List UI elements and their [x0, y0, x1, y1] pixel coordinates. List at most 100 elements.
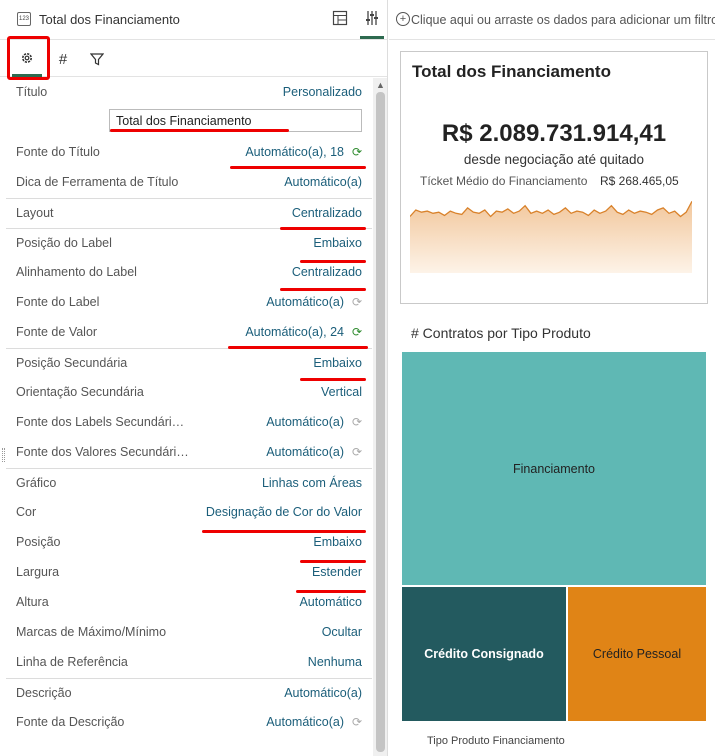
- treemap-cell-financiamento[interactable]: Financiamento: [402, 352, 706, 585]
- reset-icon[interactable]: ⟳: [352, 146, 364, 158]
- panel-title: Total dos Financiamento: [39, 12, 180, 27]
- property-label: Linha de Referência: [16, 655, 128, 669]
- annotation-underline: [228, 346, 368, 349]
- property-row-marcas[interactable]: Marcas de Máximo/Mínimo Ocultar: [6, 618, 372, 648]
- tile-value: R$ 2.089.731.914,41: [441, 120, 667, 147]
- property-row-fonte-label[interactable]: Fonte do Label Automático(a) ⟳: [6, 288, 372, 318]
- property-label: Gráfico: [16, 476, 57, 490]
- property-label: Fonte da Descrição: [16, 715, 125, 729]
- property-label: Fonte do Título: [16, 145, 100, 159]
- property-value[interactable]: Designação de Cor do Valor: [206, 505, 362, 519]
- property-row-fonte-valor[interactable]: Fonte de Valor Automático(a), 24 ⟳: [6, 318, 372, 348]
- property-label: Alinhamento do Label: [16, 265, 137, 279]
- property-row-dica[interactable]: Dica de Ferramenta de Título Automático(…: [6, 168, 372, 198]
- tile-visualization[interactable]: Total dos Financiamento R$ 2.089.731.914…: [400, 51, 708, 304]
- property-label: Dica de Ferramenta de Título: [16, 175, 179, 189]
- property-value[interactable]: Embaixo: [313, 356, 362, 370]
- annotation-underline: [300, 260, 366, 263]
- property-value[interactable]: Nenhuma: [308, 655, 362, 669]
- filter-tab[interactable]: [82, 41, 112, 77]
- filter-bar-hint: Clique aqui ou arraste os dados para adi…: [411, 13, 715, 27]
- annotation-underline: [280, 288, 366, 291]
- property-label: Descrição: [16, 686, 72, 700]
- annotation-underline: [230, 166, 366, 169]
- treemap-title: # Contratos por Tipo Produto: [411, 325, 591, 341]
- property-value[interactable]: Automático(a), 24: [245, 325, 344, 339]
- scroll-up-arrow-icon[interactable]: ▲: [376, 80, 385, 90]
- properties-list: Título Personalizado Fonte do Título Aut…: [6, 78, 372, 738]
- property-label: Posição: [16, 535, 61, 549]
- property-value[interactable]: Ocultar: [322, 625, 362, 639]
- sliders-icon: [366, 11, 378, 25]
- property-value[interactable]: Automático(a): [266, 415, 344, 429]
- property-value[interactable]: Automático(a): [284, 686, 362, 700]
- annotation-underline: [300, 378, 366, 381]
- add-filter-icon[interactable]: +: [396, 12, 410, 26]
- reset-icon[interactable]: ⟳: [352, 416, 364, 428]
- filter-bar[interactable]: + Clique aqui ou arraste os dados para a…: [389, 0, 715, 40]
- values-tab[interactable]: #: [48, 41, 78, 77]
- property-row-orientacao-secundaria[interactable]: Orientação Secundária Vertical: [6, 378, 372, 408]
- resize-grip[interactable]: [2, 448, 5, 462]
- property-row-fonte-valores-sec[interactable]: Fonte dos Valores Secundári… Automático(…: [6, 438, 372, 468]
- treemap-cell-credito-pessoal[interactable]: Crédito Pessoal: [568, 587, 706, 721]
- property-label: Orientação Secundária: [16, 385, 144, 399]
- property-row-descricao[interactable]: Descrição Automático(a): [6, 678, 372, 708]
- reset-icon[interactable]: ⟳: [352, 326, 364, 338]
- property-label: Fonte dos Valores Secundári…: [16, 445, 189, 459]
- annotation-underline: [296, 590, 366, 593]
- property-value[interactable]: Centralizado: [292, 206, 362, 220]
- property-value[interactable]: Estender: [312, 565, 362, 579]
- panel-scrollbar[interactable]: ▲: [373, 78, 387, 756]
- reset-icon[interactable]: ⟳: [352, 446, 364, 458]
- property-row-grafico[interactable]: Gráfico Linhas com Áreas: [6, 468, 372, 498]
- annotation-underline: [110, 129, 289, 132]
- annotation-highlight-box: [7, 36, 50, 80]
- property-row-titulo[interactable]: Título Personalizado: [6, 78, 372, 108]
- property-row-linha-referencia[interactable]: Linha de Referência Nenhuma: [6, 648, 372, 678]
- property-value[interactable]: Embaixo: [313, 535, 362, 549]
- property-row-posicao-label[interactable]: Posição do Label Embaixo: [6, 228, 372, 258]
- property-row-fonte-descricao[interactable]: Fonte da Descrição Automático(a) ⟳: [6, 708, 372, 738]
- property-label: Marcas de Máximo/Mínimo: [16, 625, 167, 639]
- property-value[interactable]: Automático(a): [266, 715, 344, 729]
- property-value[interactable]: Linhas com Áreas: [262, 476, 362, 490]
- property-row-fonte-titulo[interactable]: Fonte do Título Automático(a), 18 ⟳: [6, 138, 372, 168]
- property-row-fonte-labels-sec[interactable]: Fonte dos Labels Secundári… Automático(a…: [6, 408, 372, 438]
- reset-icon[interactable]: ⟳: [352, 716, 364, 728]
- annotation-underline: [280, 227, 366, 230]
- property-value[interactable]: Automático: [299, 595, 362, 609]
- grammar-panel-icon[interactable]: [332, 10, 348, 26]
- tile-title: Total dos Financiamento: [412, 62, 611, 81]
- annotation-underline: [300, 560, 366, 563]
- property-label: Altura: [16, 595, 49, 609]
- property-value[interactable]: Vertical: [321, 385, 362, 399]
- property-value[interactable]: Personalizado: [283, 85, 362, 99]
- property-label: Título: [16, 85, 48, 99]
- property-label: Largura: [16, 565, 60, 579]
- property-value[interactable]: Automático(a): [266, 445, 344, 459]
- panel-header: 123 Total dos Financiamento: [0, 0, 387, 40]
- property-label: Cor: [16, 505, 37, 519]
- treemap-chart[interactable]: Financiamento Crédito Consignado Crédito…: [402, 352, 706, 721]
- scroll-thumb[interactable]: [376, 92, 385, 752]
- properties-panel: 123 Total dos Financiamento # Título Per…: [0, 0, 388, 756]
- properties-tab[interactable]: [360, 0, 384, 39]
- property-label: Fonte dos Labels Secundári…: [16, 415, 185, 429]
- property-row-cor[interactable]: Cor Designação de Cor do Valor: [6, 498, 372, 528]
- performance-tile-icon: 123: [17, 12, 31, 26]
- annotation-underline: [202, 530, 366, 533]
- property-value[interactable]: Automático(a), 18: [245, 145, 344, 159]
- property-label: Posição Secundária: [16, 356, 128, 370]
- property-label: Posição do Label: [16, 236, 112, 250]
- property-value[interactable]: Centralizado: [292, 265, 362, 279]
- property-value[interactable]: Automático(a): [284, 175, 362, 189]
- property-row-posicao-secundaria[interactable]: Posição Secundária Embaixo: [6, 348, 372, 378]
- property-value[interactable]: Automático(a): [266, 295, 344, 309]
- property-row-layout[interactable]: Layout Centralizado: [6, 198, 372, 228]
- reset-icon[interactable]: ⟳: [352, 296, 364, 308]
- treemap-cell-credito-consignado[interactable]: Crédito Consignado: [402, 587, 566, 721]
- property-value[interactable]: Embaixo: [313, 236, 362, 250]
- properties-tab-row: #: [0, 41, 387, 77]
- tile-secondary-label: Tícket Médio do Financiamento: [420, 174, 588, 188]
